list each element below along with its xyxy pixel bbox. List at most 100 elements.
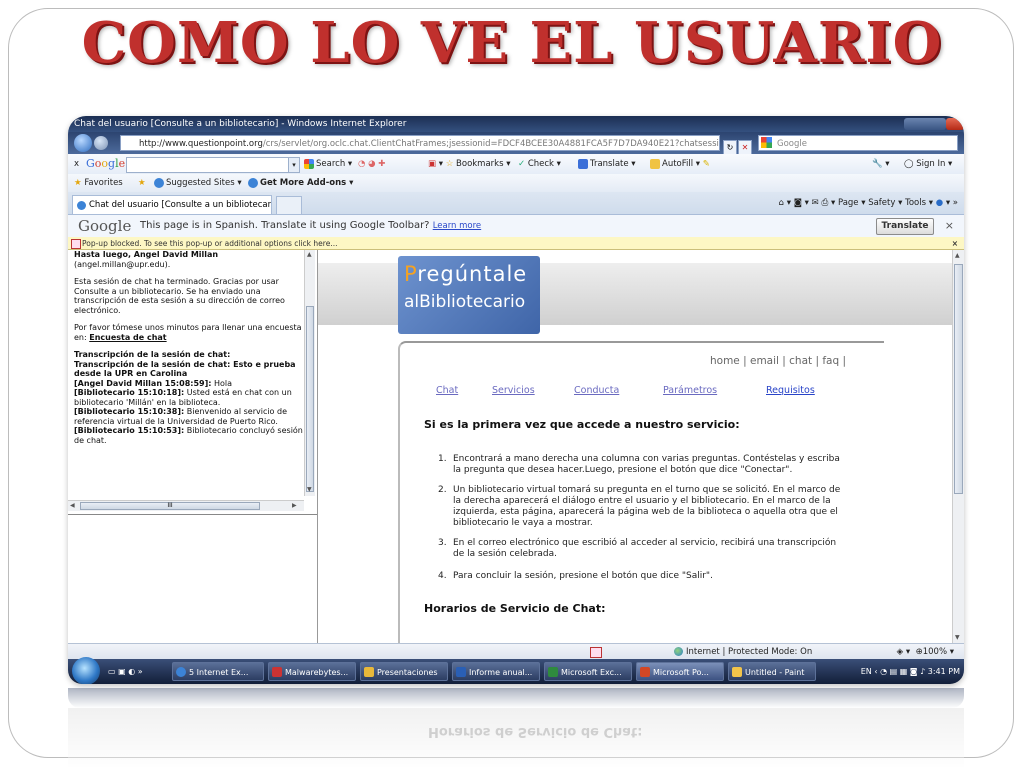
reflection-taskbar bbox=[68, 688, 964, 708]
search-input[interactable]: Google bbox=[758, 135, 958, 151]
taskbar-item[interactable]: 5 Internet Ex... bbox=[172, 662, 264, 681]
status-bar: Internet | Protected Mode: On ◈ ▾ ⊕100% … bbox=[68, 643, 964, 660]
print-icon[interactable]: ⎙ bbox=[821, 198, 828, 208]
taskbar-item[interactable]: Presentaciones bbox=[360, 662, 448, 681]
zoom-control[interactable]: ◈ ▾ ⊕100% ▾ bbox=[897, 644, 954, 660]
step-number: 1. bbox=[438, 454, 447, 464]
frame-divider[interactable] bbox=[68, 514, 317, 515]
help-icon[interactable]: ● bbox=[936, 198, 943, 208]
popup-message: Pop-up blocked. To see this pop-up or ad… bbox=[82, 239, 338, 248]
scrollbar-thumb[interactable]: III bbox=[80, 502, 260, 510]
new-tab-button[interactable] bbox=[276, 196, 302, 214]
tools-menu-label: Tools bbox=[905, 198, 927, 208]
excel-icon bbox=[548, 667, 558, 677]
logo-q: P bbox=[404, 262, 418, 286]
security-zone[interactable]: Internet | Protected Mode: On bbox=[674, 644, 812, 660]
scrollbar-thumb[interactable] bbox=[306, 306, 314, 492]
zoom-value: 100% bbox=[922, 647, 948, 657]
translate-bar: Google This page is in Spanish. Translat… bbox=[68, 215, 964, 238]
scroll-down-icon[interactable]: ▼ bbox=[955, 634, 960, 641]
translate-button[interactable]: Translate bbox=[876, 218, 934, 235]
tray-icons[interactable]: ◔ ▤ ▦ ◙ ♪ bbox=[880, 667, 925, 676]
page-content: Hasta luego, Angel David Millan (angel.mi… bbox=[68, 250, 964, 643]
taskbar-item[interactable]: Untitled - Paint bbox=[728, 662, 816, 681]
suggested-sites-link[interactable]: Suggested Sites ▾ bbox=[154, 174, 242, 192]
taskbar-item[interactable]: Malwarebytes... bbox=[268, 662, 356, 681]
back-button[interactable] bbox=[74, 134, 92, 152]
minimize-maximize-buttons[interactable] bbox=[904, 118, 946, 130]
site-logo[interactable]: Pregúntale alBibliotecario bbox=[398, 256, 540, 334]
url-path: /crs/servlet/org.oclc.chat.ClientChatFra… bbox=[262, 139, 720, 149]
safety-menu[interactable]: Safety ▾ bbox=[868, 198, 902, 208]
signin-label: Sign In bbox=[916, 159, 946, 169]
taskbar-item[interactable]: Informe anual... bbox=[452, 662, 540, 681]
feeds-icon[interactable]: ◙ bbox=[794, 198, 802, 208]
window-close-button[interactable] bbox=[946, 118, 964, 130]
google-toolbar-search-input[interactable] bbox=[126, 157, 298, 173]
safety-menu-label: Safety bbox=[868, 198, 896, 208]
popup-close-button[interactable]: × bbox=[952, 237, 958, 250]
ie-icon bbox=[154, 177, 164, 188]
nav-servicios[interactable]: Servicios bbox=[492, 385, 535, 396]
taskbar-item[interactable]: Microsoft Exc... bbox=[544, 662, 632, 681]
taskbar-item-label: Malwarebytes... bbox=[285, 668, 349, 677]
home-icon[interactable]: ⌂ bbox=[779, 198, 784, 208]
toolbar-translate-button[interactable]: Translate ▾ bbox=[578, 154, 636, 174]
tools-menu[interactable]: Tools ▾ bbox=[905, 198, 933, 208]
chat-horizontal-scrollbar[interactable]: ◀ III ▶ bbox=[68, 500, 304, 511]
top-links[interactable]: home | email | chat | faq | bbox=[710, 355, 846, 367]
language-indicator[interactable]: EN bbox=[861, 667, 872, 676]
autofill-label: AutoFill bbox=[662, 159, 694, 169]
page-menu[interactable]: Page ▾ bbox=[838, 198, 866, 208]
tab-bar: Chat del usuario [Consulte a un bibliote… bbox=[68, 192, 964, 215]
nav-conducta[interactable]: Conducta bbox=[574, 385, 619, 396]
address-input[interactable]: http://www.questionpoint.org/crs/servlet… bbox=[120, 135, 720, 151]
toolbar-close-button[interactable]: x bbox=[74, 154, 79, 174]
clock[interactable]: 3:41 PM bbox=[928, 667, 960, 676]
transcript-heading: Transcripción de la sesión de chat: bbox=[74, 350, 231, 359]
survey-link[interactable]: Encuesta de chat bbox=[89, 333, 166, 342]
add-favorites-icon[interactable]: ★ bbox=[138, 174, 146, 192]
suggested-sites-label: Suggested Sites bbox=[166, 178, 235, 188]
mail-icon[interactable]: ✉ bbox=[812, 198, 819, 208]
toolbar-check-button[interactable]: ✓ Check ▾ bbox=[518, 154, 561, 174]
step-text: En el correo electrónico que escribió al… bbox=[453, 538, 837, 559]
toolbar-bookmarks-button[interactable]: ▣ ▾ ☆ Bookmarks ▾ bbox=[428, 154, 511, 174]
word-icon bbox=[456, 667, 466, 677]
learn-more-link[interactable]: Learn more bbox=[433, 221, 481, 231]
scroll-up-icon[interactable]: ▲ bbox=[955, 252, 960, 259]
tab-label: Chat del usuario [Consulte a un bibliote… bbox=[89, 200, 272, 210]
nav-requisitos[interactable]: Requisitos bbox=[766, 385, 815, 396]
quick-launch-icons[interactable]: ▭ ▣ ◐ » bbox=[108, 659, 143, 684]
addons-link[interactable]: Get More Add-ons ▾ bbox=[248, 174, 353, 192]
chat-vertical-scrollbar[interactable]: ▲ ▼ bbox=[304, 250, 315, 496]
nav-chat[interactable]: Chat bbox=[436, 385, 458, 396]
scroll-up-icon[interactable]: ▲ bbox=[307, 251, 312, 258]
step-number: 3. bbox=[438, 538, 447, 548]
chevron-down-icon[interactable]: ▾ bbox=[288, 157, 300, 173]
toolbar-settings-button[interactable]: 🔧 ▾ bbox=[872, 154, 890, 174]
start-button[interactable] bbox=[72, 657, 100, 684]
scrollbar-thumb[interactable] bbox=[954, 264, 963, 494]
taskbar-item-active[interactable]: Microsoft Po... bbox=[636, 662, 724, 681]
popup-blocked-bar[interactable]: Pop-up blocked. To see this pop-up or ad… bbox=[68, 237, 964, 250]
scroll-down-icon[interactable]: ▼ bbox=[307, 486, 312, 493]
translate-message-text: This page is in Spanish. Translate it us… bbox=[140, 220, 430, 231]
toolbar-autofill-button[interactable]: AutoFill ▾ ✎ bbox=[650, 154, 710, 174]
toolbar-search-button[interactable]: Search ▾ bbox=[304, 154, 352, 174]
favorites-button[interactable]: ★ Favorites bbox=[74, 174, 123, 192]
toolbar-signin-button[interactable]: ◯ Sign In ▾ bbox=[904, 154, 952, 174]
nav-parametros[interactable]: Parámetros bbox=[663, 385, 717, 396]
malwarebytes-icon bbox=[272, 667, 282, 677]
address-buttons: ↻ ✕ bbox=[723, 135, 763, 156]
scroll-right-icon[interactable]: ▶ bbox=[292, 502, 297, 509]
forward-button[interactable] bbox=[94, 136, 108, 150]
popup-blocked-icon bbox=[71, 239, 81, 249]
command-bar: ⌂ ▾ ◙ ▾ ✉ ⎙ ▾ Page ▾ Safety ▾ Tools ▾ ● … bbox=[778, 198, 958, 208]
popup-blocked-icon[interactable] bbox=[590, 647, 602, 658]
site-vertical-scrollbar[interactable]: ▲ ▼ bbox=[952, 250, 964, 643]
translate-close-button[interactable]: × bbox=[945, 219, 954, 232]
tab-chat[interactable]: Chat del usuario [Consulte a un bibliote… bbox=[72, 195, 272, 214]
toolbar-misc-icons[interactable]: ◔ ◕ ✚ bbox=[358, 154, 385, 174]
scroll-left-icon[interactable]: ◀ bbox=[70, 502, 75, 509]
